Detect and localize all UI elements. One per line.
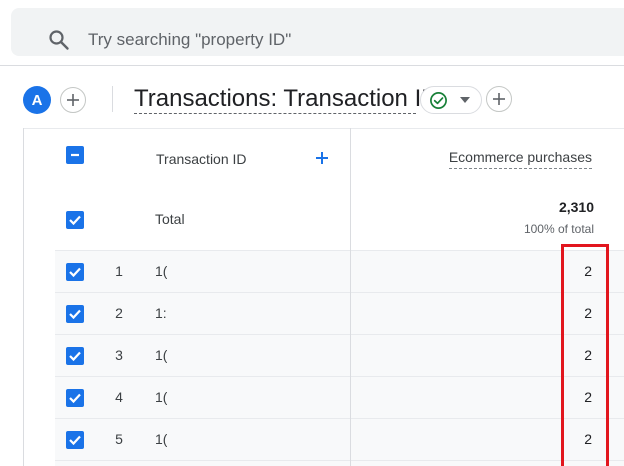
row-checkbox[interactable] (66, 263, 84, 281)
row-index: 2 (115, 305, 123, 321)
search-icon[interactable] (47, 28, 71, 52)
row-checkbox[interactable] (66, 389, 84, 407)
dropdown-arrow-icon (460, 97, 470, 103)
table-row[interactable]: 3 1( 2 (55, 334, 624, 376)
row-index: 1 (115, 263, 123, 279)
top-bar: Try searching "property ID" (0, 0, 624, 65)
content-left-border (23, 128, 24, 466)
table-row[interactable]: 4 1( 2 (55, 376, 624, 418)
total-percent: 100% of total (523, 222, 594, 236)
total-row-checkbox[interactable] (66, 211, 84, 229)
column-separator (350, 128, 351, 466)
table-row[interactable]: 5 1( 2 (55, 418, 624, 460)
search-bar[interactable]: Try searching "property ID" (11, 8, 624, 56)
total-label: Total (155, 211, 185, 227)
transaction-id: 1: (155, 305, 167, 321)
highlight-box (561, 244, 609, 466)
table-row[interactable]: 2 1: 2 (55, 292, 624, 334)
add-report-button[interactable] (486, 86, 512, 112)
transaction-id: 1( (155, 347, 167, 363)
transaction-id: 1( (155, 389, 167, 405)
row-checkbox[interactable] (66, 347, 84, 365)
row-index: 5 (115, 431, 123, 447)
checkbox-checked-icon (69, 351, 81, 362)
checkbox-checked-icon (69, 393, 81, 404)
header-separator (112, 86, 113, 112)
transaction-id: 1( (155, 431, 167, 447)
add-comparison-button[interactable] (60, 87, 86, 113)
checkbox-checked-icon (69, 267, 81, 278)
table-row[interactable]: 1 1( 2 (55, 250, 624, 292)
content-top-border (23, 128, 624, 129)
header-divider (0, 65, 624, 66)
title-underline (134, 113, 416, 114)
dimension-column-header[interactable]: Transaction ID (156, 151, 247, 167)
row-checkbox[interactable] (66, 431, 84, 449)
checkbox-indeterminate-icon (71, 153, 79, 157)
checkbox-checked-icon (69, 435, 81, 446)
row-checkbox[interactable] (66, 305, 84, 323)
check-circle-icon (430, 92, 447, 109)
select-all-checkbox[interactable] (66, 146, 84, 164)
transaction-id: 1( (155, 263, 167, 279)
checkbox-checked-icon (69, 309, 81, 320)
checkbox-checked-icon (69, 215, 81, 226)
table-row (55, 460, 624, 466)
search-input[interactable]: Try searching "property ID" (88, 28, 291, 52)
report-status-dropdown[interactable] (420, 86, 482, 114)
row-index: 3 (115, 347, 123, 363)
add-dimension-icon[interactable] (313, 149, 331, 167)
metric-column-header[interactable]: Ecommerce purchases (448, 149, 592, 169)
total-value: 2,310 (558, 199, 594, 215)
page-title[interactable]: Transactions: Transaction ID (134, 84, 439, 114)
avatar[interactable]: A (23, 86, 51, 114)
row-index: 4 (115, 389, 123, 405)
add-icon (493, 93, 505, 105)
add-icon (67, 94, 79, 106)
